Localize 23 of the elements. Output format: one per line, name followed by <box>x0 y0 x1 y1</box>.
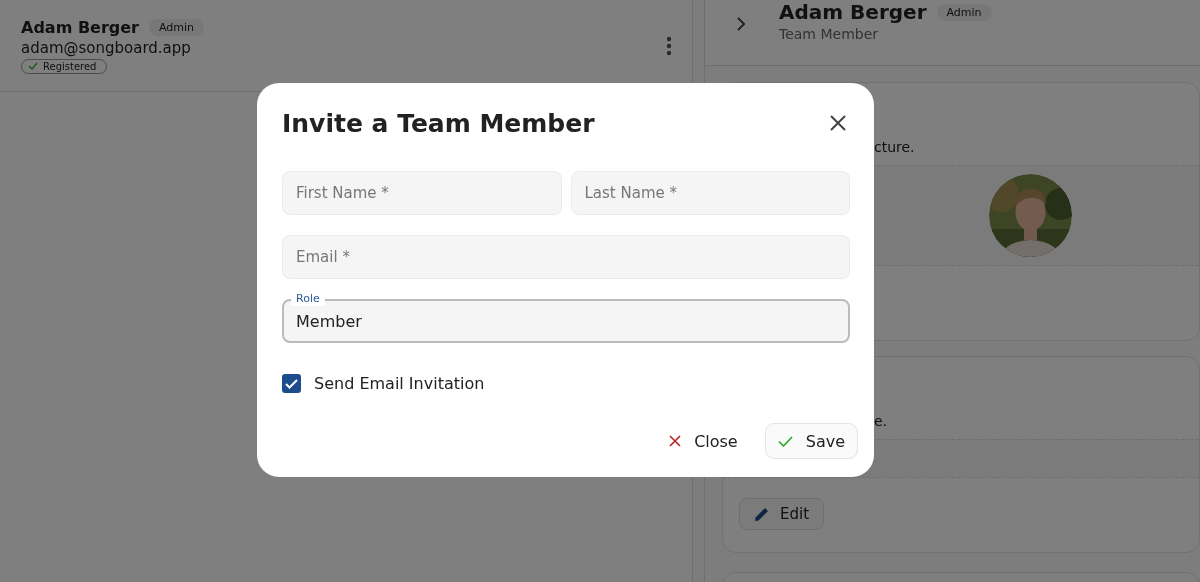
check-icon <box>777 435 793 447</box>
user-email: adam@songboard.app <box>21 38 192 57</box>
dialog-title: Invite a Team Member <box>282 108 595 138</box>
card-description: e. <box>874 413 888 429</box>
member-name: Adam Berger <box>779 0 927 24</box>
close-icon <box>669 435 682 447</box>
edit-button[interactable]: Edit <box>739 498 825 530</box>
checkbox-label: Send Email Invitation <box>314 374 485 393</box>
save-button[interactable]: Save <box>764 423 858 459</box>
text-field[interactable]: Email * <box>282 235 850 279</box>
checkbox[interactable] <box>282 374 301 393</box>
close-button[interactable]: Close <box>656 423 751 459</box>
user-name: Adam Berger <box>21 17 139 37</box>
text-field[interactable]: Last Name * <box>570 171 850 215</box>
text-field[interactable]: First Name * <box>282 171 562 215</box>
role-badge: Admin <box>936 3 992 21</box>
check-icon <box>28 62 38 70</box>
member-subtitle: Team Member <box>779 26 880 42</box>
pencil-icon <box>754 506 770 522</box>
more-icon[interactable] <box>666 35 672 56</box>
role-badge: Admin <box>149 18 205 36</box>
chevron-right-icon[interactable] <box>735 16 747 32</box>
card-description: cture. <box>874 139 915 155</box>
